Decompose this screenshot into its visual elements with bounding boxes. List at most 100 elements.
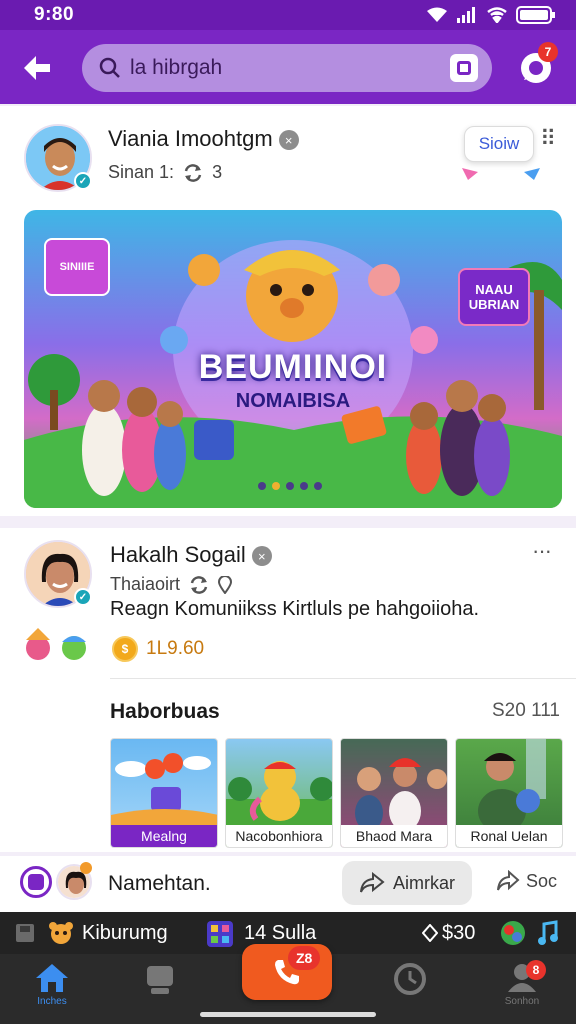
messages-button[interactable]: 7 bbox=[516, 42, 558, 88]
section-count[interactable]: S20 111 bbox=[492, 700, 560, 722]
story-ring-button[interactable] bbox=[20, 866, 52, 898]
thumbnail-image bbox=[478, 739, 546, 833]
send-icon bbox=[497, 870, 520, 891]
thumbnail-caption: Mealng bbox=[111, 825, 217, 847]
repost-icon[interactable] bbox=[182, 163, 204, 183]
thumbnail-image bbox=[226, 761, 332, 827]
thumbnail-caption: Bhaod Mara bbox=[341, 825, 447, 847]
scan-button[interactable] bbox=[450, 54, 478, 82]
post-meta: Sinan 1: 3 bbox=[108, 162, 222, 183]
comment-bar: Namehtan. Aimrkar Soc bbox=[0, 856, 576, 912]
profile-badge: 8 bbox=[526, 960, 546, 980]
search-input[interactable] bbox=[130, 56, 430, 80]
thumbnail-image bbox=[111, 753, 217, 827]
more-options-icon[interactable]: ··· bbox=[532, 540, 552, 562]
thumbnail-image bbox=[341, 739, 447, 831]
coin-balance[interactable]: $ 1L9.60 bbox=[112, 636, 204, 662]
scan-icon bbox=[457, 61, 471, 75]
signal-icon bbox=[457, 7, 475, 23]
thumbnail-caption: Ronal Uelan bbox=[456, 825, 562, 847]
ticker-mid-label[interactable]: 14 Sulla bbox=[244, 922, 316, 945]
carousel-dot[interactable] bbox=[314, 482, 322, 490]
comment-input[interactable]: Namehtan. bbox=[108, 872, 211, 896]
status-time: 9:80 bbox=[34, 4, 75, 25]
ticker-left-label[interactable]: Kiburumg bbox=[82, 922, 168, 945]
thumbnail-card[interactable]: Bhaod Mara bbox=[340, 738, 448, 848]
home-icon bbox=[36, 964, 68, 992]
carousel-dots[interactable] bbox=[258, 482, 322, 490]
section-title: Haborbuas bbox=[110, 700, 220, 723]
post-author-row: Viania Imoohtgm × bbox=[108, 126, 299, 152]
nav-profile-label: Sonhon bbox=[504, 996, 540, 1007]
close-icon[interactable]: × bbox=[251, 546, 272, 567]
nav-explore[interactable] bbox=[130, 962, 190, 1016]
back-button[interactable] bbox=[18, 49, 56, 87]
home-indicator bbox=[200, 1012, 376, 1017]
diamond-icon bbox=[422, 924, 438, 942]
search-bar[interactable] bbox=[82, 44, 492, 92]
thumbnail-card[interactable]: Nacobonhiora bbox=[225, 738, 333, 848]
gamepad-icon bbox=[147, 966, 173, 994]
battery-icon bbox=[516, 6, 555, 24]
carousel-dot[interactable] bbox=[300, 482, 308, 490]
ticker-amount[interactable]: $30 bbox=[442, 922, 475, 945]
verified-icon: ✓ bbox=[74, 172, 92, 190]
close-icon[interactable]: × bbox=[278, 130, 299, 151]
promo-banner[interactable]: SINIIIE NAAU UBRIAN BEUMIINOI NOMAIBISA bbox=[24, 210, 562, 508]
globe-icon[interactable] bbox=[500, 920, 526, 946]
bottom-navigation: Inches Z8 8 Sonhon bbox=[0, 944, 576, 1024]
coin-icon: $ bbox=[112, 636, 138, 662]
post-card: ✓ Hakalh Sogail × Thaiaoirt ··· Reagn Kom… bbox=[0, 528, 576, 852]
thumbnail-card[interactable]: Ronal Uelan bbox=[455, 738, 563, 848]
post-body: Reagn Komuniikss Kirtluls pe hahgoiioha. bbox=[110, 598, 480, 620]
grid-app-icon[interactable] bbox=[206, 920, 234, 948]
banner-sign-left: SINIIIE bbox=[44, 238, 110, 296]
camera-icon bbox=[28, 874, 44, 890]
share-button[interactable]: Aimrkar bbox=[342, 861, 472, 905]
post-author-name[interactable]: Hakalh Sogail bbox=[110, 542, 246, 567]
nav-home-label: Inches bbox=[37, 996, 67, 1007]
nav-home[interactable]: Inches bbox=[22, 962, 82, 1016]
book-icon[interactable] bbox=[14, 922, 36, 944]
location-icon bbox=[218, 575, 233, 594]
send-label: Soc bbox=[526, 870, 558, 891]
post-meta: Thaiaoirt bbox=[110, 574, 233, 595]
post-meta-count: 3 bbox=[212, 162, 223, 182]
online-dot bbox=[80, 862, 92, 874]
system-icons bbox=[426, 6, 556, 24]
ribbon-decoration-icon bbox=[462, 168, 540, 180]
carousel-dot[interactable] bbox=[286, 482, 294, 490]
wifi-icon-2 bbox=[487, 7, 507, 23]
nav-profile[interactable]: 8 Sonhon bbox=[492, 960, 552, 1016]
divider bbox=[110, 678, 576, 679]
app-header: 7 bbox=[0, 30, 576, 104]
wifi-icon bbox=[427, 7, 447, 22]
follow-button[interactable]: Sioiw bbox=[464, 126, 534, 162]
send-button[interactable]: Soc bbox=[496, 870, 557, 892]
post-card: ✓ Viania Imoohtgm × Sinan 1: 3 Sioiw ⠿ S… bbox=[0, 106, 576, 516]
more-options-icon[interactable]: ⠿ bbox=[540, 128, 556, 150]
carousel-dot[interactable] bbox=[272, 482, 280, 490]
messages-badge: 7 bbox=[538, 42, 558, 62]
back-arrow-icon bbox=[24, 56, 50, 80]
banner-title: BEUMIINOI bbox=[198, 348, 388, 386]
music-note-icon[interactable] bbox=[536, 920, 558, 946]
verified-icon: ✓ bbox=[74, 588, 92, 606]
post-author-name[interactable]: Viania Imoohtgm bbox=[108, 126, 273, 151]
carousel-dot[interactable] bbox=[258, 482, 266, 490]
share-label: Aimrkar bbox=[393, 872, 455, 893]
banner-sign-right: NAAU UBRIAN bbox=[458, 268, 530, 326]
nav-history[interactable] bbox=[380, 962, 440, 1016]
search-icon bbox=[99, 57, 120, 78]
post-meta-name: Thaiaoirt bbox=[110, 574, 181, 594]
bear-icon bbox=[49, 922, 73, 944]
post-author-row: Hakalh Sogail × bbox=[110, 542, 272, 568]
thumbnail-caption: Nacobonhiora bbox=[226, 825, 332, 847]
thumbnail-card[interactable]: Mealng bbox=[110, 738, 218, 848]
share-arrow-icon bbox=[360, 872, 385, 893]
status-bar: 9:80 bbox=[0, 0, 576, 30]
coin-value: 1L9.60 bbox=[146, 638, 205, 659]
banner-subtitle: NOMAIBISA bbox=[235, 390, 351, 412]
live-button[interactable]: Z8 bbox=[242, 944, 332, 1000]
repost-icon[interactable] bbox=[188, 575, 210, 595]
